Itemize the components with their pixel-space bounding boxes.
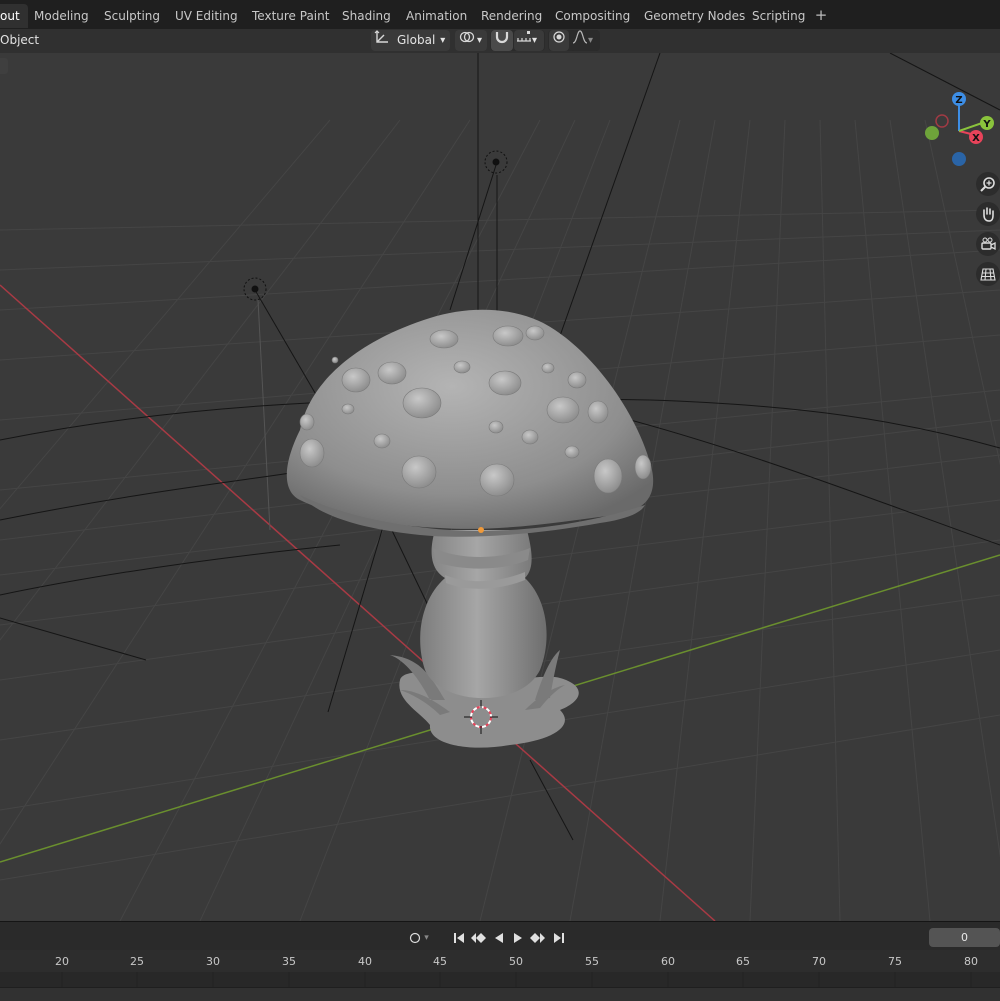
gizmo-neg-y-icon bbox=[925, 126, 939, 140]
ruler-tick-label: 55 bbox=[585, 955, 599, 968]
play-button[interactable] bbox=[509, 930, 527, 946]
ruler-tick-label: 40 bbox=[358, 955, 372, 968]
orientation-axes-icon bbox=[371, 30, 393, 51]
chevron-down-icon: ▾ bbox=[532, 35, 538, 46]
add-workspace-button[interactable]: + bbox=[812, 4, 830, 26]
transform-orientation-dropdown[interactable]: Global ▾ bbox=[371, 30, 450, 51]
pivot-point-dropdown[interactable]: ▾ bbox=[455, 30, 487, 51]
timeline-ruler[interactable] bbox=[0, 950, 1000, 972]
navigation-gizmo[interactable]: Z X Y bbox=[918, 88, 1000, 172]
proportional-editing-toggle[interactable] bbox=[549, 30, 569, 51]
tab-sculpting[interactable]: Sculpting bbox=[96, 4, 168, 28]
ruler-tick-label: 45 bbox=[433, 955, 447, 968]
tab-geometry-nodes[interactable]: Geometry Nodes bbox=[636, 4, 753, 28]
jump-end-icon bbox=[553, 929, 565, 948]
tab-uv-editing[interactable]: UV Editing bbox=[167, 4, 246, 28]
chevron-down-icon: ▾ bbox=[588, 35, 594, 46]
ruler-tick-label: 35 bbox=[282, 955, 296, 968]
gizmo-neg-x-icon bbox=[935, 114, 949, 128]
grid-ortho-icon[interactable] bbox=[976, 262, 1000, 286]
proportional-dot-icon bbox=[552, 30, 566, 51]
timeline-scrollbar[interactable] bbox=[0, 987, 1000, 1001]
next-keyframe-button[interactable] bbox=[529, 930, 547, 946]
svg-text:Y: Y bbox=[982, 119, 991, 130]
proportional-falloff-dropdown[interactable]: ▾ bbox=[570, 30, 600, 51]
ruler-tick-label: 60 bbox=[661, 955, 675, 968]
gizmo-neg-z-icon bbox=[952, 152, 966, 166]
play-reverse-button[interactable] bbox=[490, 930, 508, 946]
snap-toggle[interactable] bbox=[491, 30, 513, 51]
current-frame-field[interactable]: 0 bbox=[929, 928, 1000, 947]
snap-target-dropdown[interactable]: ▾ bbox=[514, 30, 544, 51]
orientation-label: Global bbox=[397, 33, 436, 47]
ruler-tick-label: 30 bbox=[206, 955, 220, 968]
magnet-icon bbox=[494, 30, 510, 51]
tab-scripting[interactable]: Scripting bbox=[744, 4, 813, 28]
pivot-icon bbox=[459, 30, 475, 51]
falloff-curve-icon bbox=[572, 30, 588, 51]
svg-text:X: X bbox=[972, 133, 980, 144]
record-circle-icon bbox=[409, 929, 421, 948]
light-objects bbox=[243, 150, 508, 301]
3d-viewport[interactable]: Z X Y bbox=[0, 53, 1000, 921]
jump-start-button[interactable] bbox=[450, 930, 468, 946]
prev-keyframe-button[interactable] bbox=[469, 930, 487, 946]
chevron-down-icon: ▾ bbox=[477, 35, 483, 46]
tab-animation[interactable]: Animation bbox=[398, 4, 475, 28]
ruler-tick-label: 80 bbox=[964, 955, 978, 968]
tab-texture-paint[interactable]: Texture Paint bbox=[244, 4, 337, 28]
camera-icon[interactable] bbox=[976, 232, 1000, 256]
hand-pan-icon[interactable] bbox=[976, 202, 1000, 226]
tab-rendering[interactable]: Rendering bbox=[473, 4, 550, 28]
play-reverse-icon bbox=[493, 929, 505, 948]
toolbar-toggle[interactable] bbox=[0, 58, 8, 74]
ruler-tick-label: 75 bbox=[888, 955, 902, 968]
ruler-tick-label: 25 bbox=[130, 955, 144, 968]
tab-layout[interactable]: out bbox=[0, 4, 28, 28]
ruler-tick-label: 70 bbox=[812, 955, 826, 968]
jump-start-icon bbox=[453, 929, 465, 948]
tab-shading[interactable]: Shading bbox=[334, 4, 399, 28]
ruler-tick-label: 65 bbox=[736, 955, 750, 968]
svg-text:Z: Z bbox=[955, 95, 962, 106]
object-origin bbox=[478, 527, 484, 533]
snap-increment-icon bbox=[516, 30, 532, 51]
zoom-icon[interactable] bbox=[976, 172, 1000, 196]
tab-compositing[interactable]: Compositing bbox=[547, 4, 638, 28]
prev-keyframe-icon bbox=[470, 929, 486, 948]
chevron-down-icon: ▾ bbox=[440, 35, 446, 46]
play-icon bbox=[512, 929, 524, 948]
tab-modeling[interactable]: Modeling bbox=[26, 4, 97, 28]
ruler-tick-label: 50 bbox=[509, 955, 523, 968]
chevron-down-icon: ▾ bbox=[424, 933, 429, 943]
jump-end-button[interactable] bbox=[550, 930, 568, 946]
object-mode-menu[interactable]: Object bbox=[0, 29, 39, 51]
keying-dropdown[interactable]: ▾ bbox=[405, 930, 433, 946]
ruler-tick-label: 20 bbox=[55, 955, 69, 968]
viewport-scene bbox=[0, 53, 1000, 921]
next-keyframe-icon bbox=[530, 929, 546, 948]
